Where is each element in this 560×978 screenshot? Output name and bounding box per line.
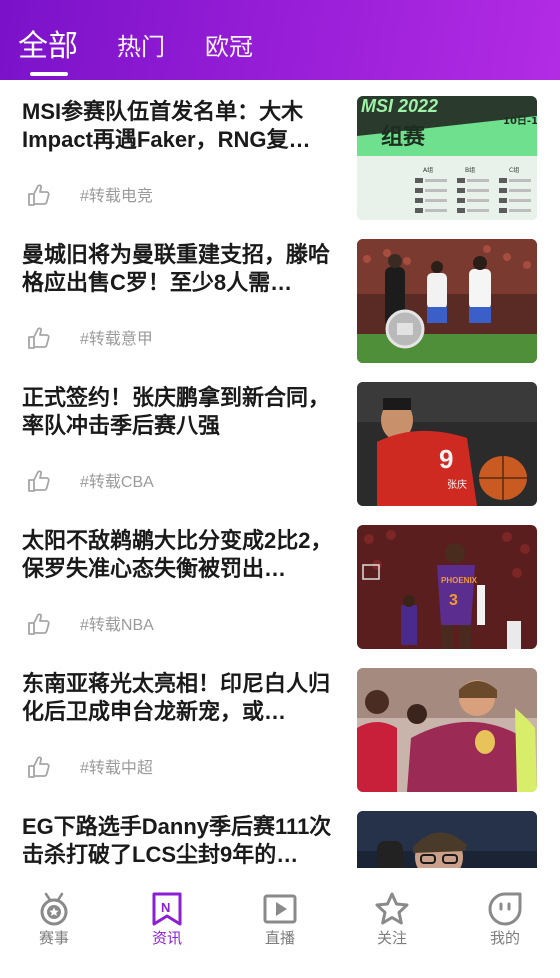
news-title[interactable]: MSI参赛队伍首发名单：大木Impact再遇Faker，RNG复…: [22, 98, 342, 154]
nav-news[interactable]: N 资讯: [127, 892, 207, 962]
news-thumbnail[interactable]: [357, 668, 537, 792]
image-text-date: 10日-1: [503, 115, 537, 127]
news-item[interactable]: 正式签约！张庆鹏拿到新合同，率队冲击季后赛八强 #转载CBA 9 张庆: [0, 366, 560, 509]
news-title[interactable]: 正式签约！张庆鹏拿到新合同，率队冲击季后赛八强: [22, 384, 342, 440]
image-text-team: PHOENIX: [441, 576, 478, 585]
nav-label-events: 赛事: [38, 930, 69, 947]
thumbs-up-icon[interactable]: [26, 754, 52, 780]
news-thumbnail[interactable]: 9 张庆: [357, 382, 537, 506]
news-thumbnail[interactable]: [357, 811, 537, 868]
news-title[interactable]: 东南亚蒋光太亮相！印尼白人归化后卫成申台龙新宠，或…: [22, 670, 342, 726]
news-feed[interactable]: MSI参赛队伍首发名单：大木Impact再遇Faker，RNG复… #转载电竞 …: [0, 80, 560, 868]
nav-live[interactable]: 直播: [240, 892, 320, 962]
news-tag[interactable]: #转载CBA: [80, 473, 154, 493]
tab-hot[interactable]: 热门: [117, 33, 165, 63]
news-thumbnail[interactable]: PHOENIX 3: [357, 525, 537, 649]
image-text-jersey-number: 3: [449, 592, 458, 609]
thumbs-up-icon[interactable]: [26, 611, 52, 637]
image-text-jersey-number: 9: [439, 444, 453, 474]
tab-champions-league[interactable]: 欧冠: [205, 33, 253, 63]
nav-label-live: 直播: [264, 930, 295, 947]
news-item[interactable]: 太阳不敌鹈鹕大比分变成2比2，保罗失准心态失衡被罚出… #转载NBA PHOEN…: [0, 509, 560, 652]
image-text-group-c: C组: [509, 166, 519, 174]
top-header: 全部 热门 欧冠: [0, 0, 560, 80]
nav-label-news: 资讯: [151, 930, 182, 947]
news-tag[interactable]: #转载意甲: [80, 330, 153, 350]
play-icon: [263, 894, 297, 924]
tab-all[interactable]: 全部: [18, 29, 78, 65]
news-item[interactable]: MSI参赛队伍首发名单：大木Impact再遇Faker，RNG复… #转载电竞 …: [0, 80, 560, 223]
news-title[interactable]: 曼城旧将为曼联重建支招，滕哈格应出售C罗！至少8人需…: [22, 241, 342, 297]
svg-text:N: N: [161, 900, 170, 915]
star-icon: [375, 892, 409, 925]
profile-icon: [488, 892, 522, 926]
news-thumbnail[interactable]: [357, 239, 537, 363]
medal-icon: [40, 892, 68, 926]
image-text-group-a: A组: [423, 166, 433, 174]
nav-label-follow: 关注: [376, 930, 407, 947]
news-item[interactable]: EG下路选手Danny季后赛111次击杀打破了LCS尘封9年的…: [0, 795, 560, 868]
news-tag[interactable]: #转载NBA: [80, 616, 154, 636]
thumbs-up-icon[interactable]: [26, 468, 52, 494]
news-title[interactable]: 太阳不敌鹈鹕大比分变成2比2，保罗失准心态失衡被罚出…: [22, 527, 342, 583]
image-text-jersey-name: 张庆: [447, 478, 467, 491]
nav-events[interactable]: 赛事: [14, 892, 94, 962]
image-text-group-b: B组: [465, 166, 475, 174]
news-title[interactable]: EG下路选手Danny季后赛111次击杀打破了LCS尘封9年的…: [22, 813, 342, 868]
thumbs-up-icon[interactable]: [26, 325, 52, 351]
thumbs-up-icon[interactable]: [26, 182, 52, 208]
news-bookmark-icon: N: [152, 892, 182, 926]
news-item[interactable]: 东南亚蒋光太亮相！印尼白人归化后卫成申台龙新宠，或… #转载中超: [0, 652, 560, 795]
news-thumbnail[interactable]: MSI 2022 组赛 10日-1 A组 B组 C组: [357, 96, 537, 220]
bottom-navigation: 赛事 N 资讯 直播 关注 我的: [0, 868, 560, 978]
news-item[interactable]: 曼城旧将为曼联重建支招，滕哈格应出售C罗！至少8人需… #转载意甲: [0, 223, 560, 366]
active-tab-indicator: [30, 72, 68, 76]
news-tag[interactable]: #转载电竞: [80, 187, 153, 207]
nav-follow[interactable]: 关注: [352, 892, 432, 962]
nav-profile[interactable]: 我的: [465, 892, 545, 962]
image-text-msi: MSI 2022: [361, 96, 438, 116]
nav-label-profile: 我的: [489, 930, 520, 947]
image-text-group: 组赛: [381, 124, 426, 150]
news-tag[interactable]: #转载中超: [80, 759, 153, 779]
